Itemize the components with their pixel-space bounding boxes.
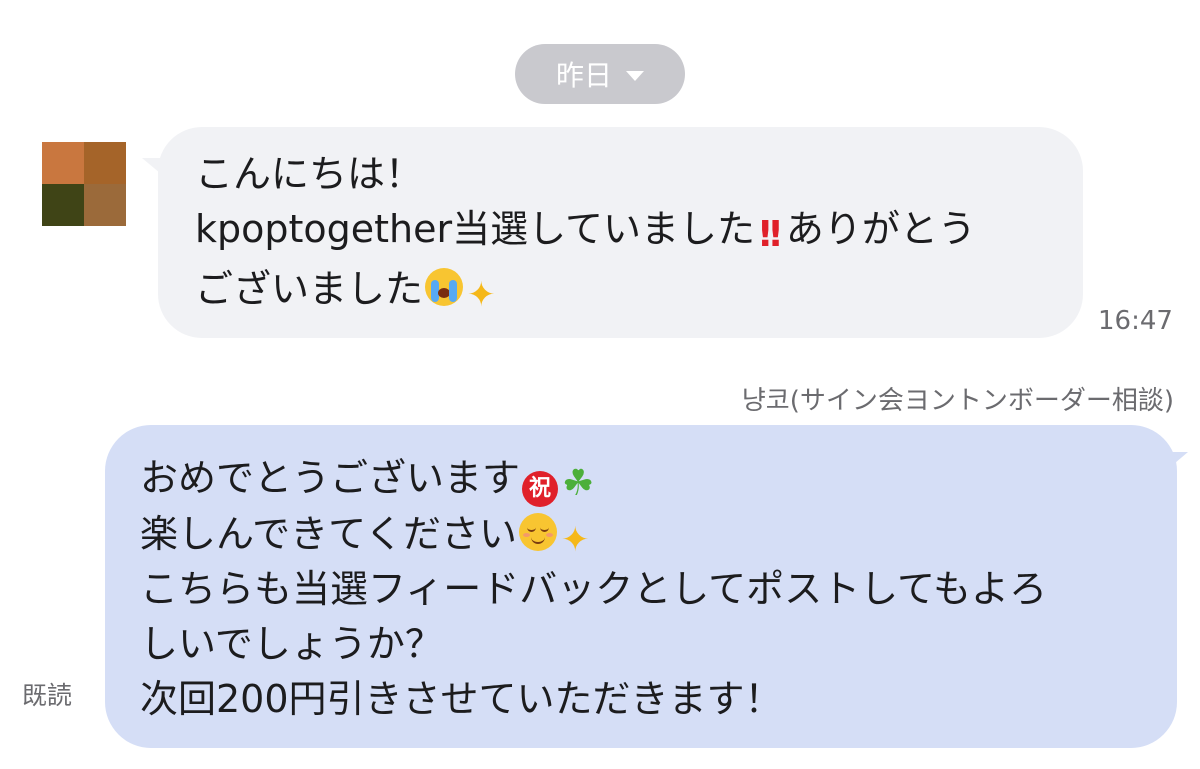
- message-line: しいでしょうか？: [140, 617, 1157, 672]
- message-line: こちらも当選フィードバックとしてポストしてもよろ: [140, 562, 1157, 617]
- message-text: ございました: [195, 267, 424, 311]
- sparkles-emoji-icon: ✦: [560, 520, 590, 560]
- crying-face-emoji-icon: [425, 268, 464, 306]
- avatar[interactable]: [42, 142, 126, 226]
- sparkles-emoji-icon: ✦: [467, 275, 496, 315]
- avatar-pixel: [84, 184, 126, 226]
- date-divider-button[interactable]: 昨日: [515, 44, 685, 104]
- avatar-pixel: [42, 184, 84, 226]
- message-text: ありがとう: [785, 207, 976, 251]
- message-text: 楽しんできてください: [140, 512, 517, 556]
- chat-screen: 昨日 こんにちは！ kpoptogether当選していました!! ありがとう ござ…: [0, 0, 1200, 769]
- message-timestamp: 16:47: [1098, 306, 1173, 336]
- sender-name: 냥코(サイン会ヨントンボーダー相談): [741, 386, 1174, 416]
- read-receipt: 既読: [22, 681, 73, 710]
- message-text: おめでとうございます: [140, 456, 521, 500]
- message-line: ございました ✦: [195, 262, 1047, 317]
- message-text: 次回200円引きさせていただきます！: [140, 677, 783, 721]
- chevron-down-icon: [626, 70, 644, 81]
- outgoing-message-bubble[interactable]: おめでとうございます祝 ☘ 楽しんできてください ✦ こちらも当選フィードバックとし…: [105, 425, 1177, 748]
- date-divider-label: 昨日: [555, 59, 612, 92]
- message-line: kpoptogether当選していました!! ありがとう: [195, 202, 1047, 262]
- message-line: こんにちは！: [195, 147, 1047, 202]
- message-line: 次回200円引きさせていただきます！: [140, 672, 1157, 727]
- message-line: おめでとうございます祝 ☘: [140, 451, 1157, 507]
- message-text: kpoptogether当選していました: [195, 207, 755, 251]
- incoming-message-bubble[interactable]: こんにちは！ kpoptogether当選していました!! ありがとう ございまし…: [158, 127, 1083, 338]
- message-text: こんにちは！: [195, 152, 424, 196]
- avatar-pixel: [84, 142, 126, 184]
- smiling-face-emoji-icon: [518, 513, 557, 551]
- message-text: しいでしょうか？: [140, 622, 443, 666]
- message-text: こちらも当選フィードバックとしてポストしてもよろ: [140, 567, 1048, 611]
- double-exclamation-emoji-icon: !!: [757, 214, 784, 255]
- shamrock-emoji-icon: ☘: [562, 463, 595, 504]
- message-line: 楽しんできてください ✦: [140, 507, 1157, 562]
- congratulations-emoji-icon: 祝: [522, 471, 559, 507]
- avatar-pixel: [42, 142, 84, 184]
